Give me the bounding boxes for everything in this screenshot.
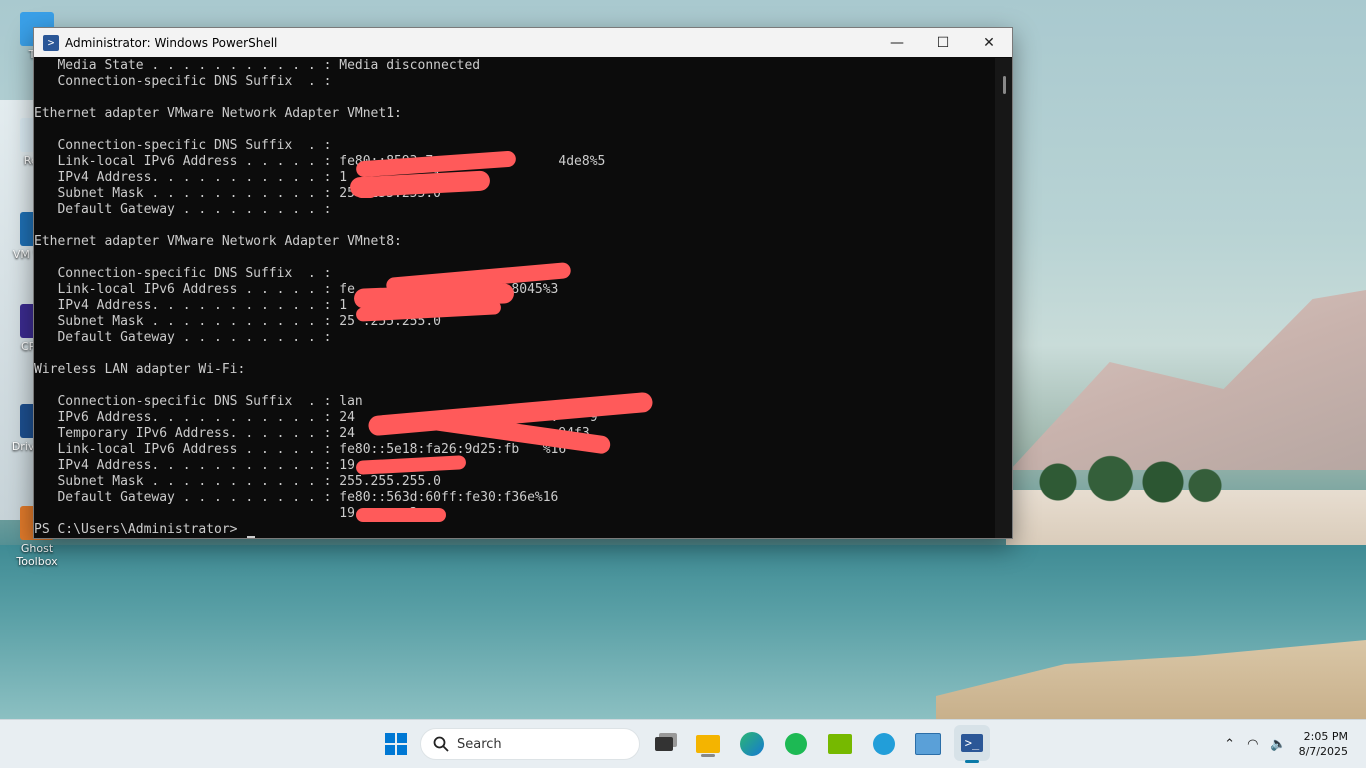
search-placeholder: Search xyxy=(457,736,502,752)
running-indicator xyxy=(701,754,715,757)
chevron-up-icon[interactable]: ⌃ xyxy=(1224,737,1235,752)
console-line: Subnet Mask . . . . . . . . . . . : 255.… xyxy=(34,474,441,489)
console-line: IPv4 Address. . . . . . . . . . . : 1 .1 xyxy=(34,170,441,185)
taskbar-edge[interactable] xyxy=(736,728,768,760)
spotify-icon xyxy=(785,733,807,755)
wallpaper-trees xyxy=(1016,440,1226,510)
console-line: Media State . . . . . . . . . . . : Medi… xyxy=(34,58,481,73)
taskbar-clock[interactable]: 2:05 PM 8/7/2025 xyxy=(1299,729,1348,759)
text-cursor xyxy=(247,536,256,538)
powershell-icon: >_ xyxy=(961,734,983,752)
console-line: Connection-specific DNS Suffix . : xyxy=(34,74,332,89)
console-line: Default Gateway . . . . . . . . . : xyxy=(34,202,332,217)
telegram-icon xyxy=(873,733,895,755)
taskbar-file-explorer[interactable] xyxy=(692,728,724,760)
taskbar-powershell[interactable]: >_ xyxy=(954,725,990,763)
console-line: IPv4 Address. . . . . . . . . . . : 1 xyxy=(34,298,348,313)
console-line: PS C:\Users\Administrator> xyxy=(34,522,994,538)
powershell-icon: > xyxy=(43,34,59,51)
console-line: Subnet Mask . . . . . . . . . . . : 25 .… xyxy=(34,314,441,329)
taskbar-nvidia[interactable] xyxy=(824,728,856,760)
console-line: 19 3 xyxy=(34,506,418,521)
folder-icon xyxy=(696,735,720,753)
window-title: Administrator: Windows PowerShell xyxy=(65,35,278,50)
console-line: Ethernet adapter VMware Network Adapter … xyxy=(34,234,402,249)
console-line: Default Gateway . . . . . . . . . : xyxy=(34,330,332,345)
clock-time: 2:05 PM xyxy=(1303,730,1348,743)
scroll-thumb[interactable] xyxy=(1003,76,1006,94)
console-line: Subnet Mask . . . . . . . . . . . : 25 .… xyxy=(34,186,441,201)
system-tray: ⌃ ◠ 🔈 2:05 PM 8/7/2025 xyxy=(1224,720,1366,768)
edge-icon xyxy=(740,732,764,756)
clock-date: 8/7/2025 xyxy=(1298,745,1348,758)
redaction-mark xyxy=(356,508,446,522)
taskbar-spotify[interactable] xyxy=(780,728,812,760)
powershell-window[interactable]: > Administrator: Windows PowerShell — ☐ … xyxy=(33,27,1013,539)
volume-icon[interactable]: 🔈 xyxy=(1270,737,1286,752)
vertical-scrollbar[interactable] xyxy=(995,58,1012,538)
search-icon xyxy=(433,736,449,752)
close-button[interactable]: ✕ xyxy=(966,28,1012,57)
maximize-button[interactable]: ☐ xyxy=(920,28,966,57)
task-view-icon xyxy=(655,737,673,751)
start-button[interactable] xyxy=(380,728,412,760)
taskbar-search-box[interactable]: Search xyxy=(420,728,640,760)
console-line: Connection-specific DNS Suffix . : xyxy=(34,138,332,153)
task-view-button[interactable] xyxy=(648,728,680,760)
active-indicator xyxy=(965,760,979,763)
console-line: Ethernet adapter VMware Network Adapter … xyxy=(34,106,402,121)
taskbar-control-panel[interactable] xyxy=(912,728,944,760)
windows-logo-icon xyxy=(385,733,407,755)
console-line: Default Gateway . . . . . . . . . : fe80… xyxy=(34,490,559,505)
taskbar-telegram[interactable] xyxy=(868,728,900,760)
control-panel-icon xyxy=(915,733,941,755)
console-line: Link-local IPv6 Address . . . . . : fe80… xyxy=(34,442,567,457)
redaction-mark xyxy=(356,188,376,198)
console-line: Link-local IPv6 Address . . . . . : fe 2… xyxy=(34,282,559,297)
console-output[interactable]: Media State . . . . . . . . . . . : Medi… xyxy=(34,58,994,538)
minimize-button[interactable]: — xyxy=(874,28,920,57)
window-controls: — ☐ ✕ xyxy=(874,28,1012,57)
title-bar[interactable]: > Administrator: Windows PowerShell — ☐ … xyxy=(34,28,1012,57)
nvidia-icon xyxy=(828,734,852,754)
wifi-icon[interactable]: ◠ xyxy=(1247,737,1258,752)
desktop-icon-label: Ghost Toolbox xyxy=(16,542,58,568)
taskbar: Search >_ ⌃ ◠ 🔈 2:05 PM 8/7/2025 xyxy=(0,719,1366,768)
console-line: IPv4 Address. . . . . . . . . . . : 19 xyxy=(34,458,355,473)
console-line: Wireless LAN adapter Wi-Fi: xyxy=(34,362,246,377)
